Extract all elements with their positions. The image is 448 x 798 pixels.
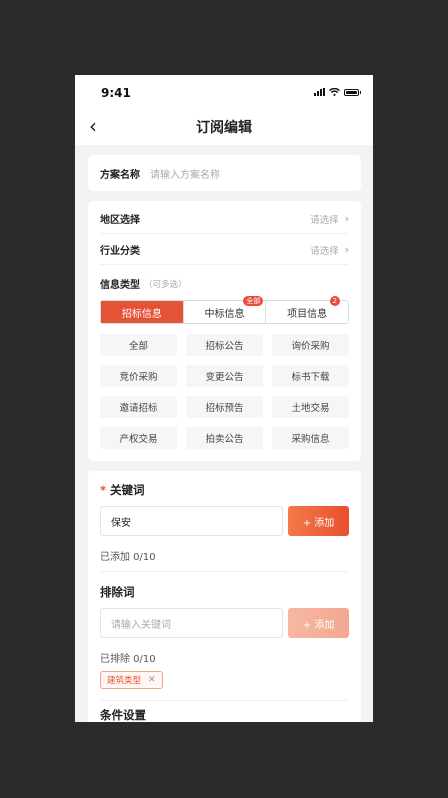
nav-bar: ‹ 订阅编辑 — [75, 109, 373, 145]
option-property-trade[interactable]: 产权交易 — [100, 427, 177, 449]
chevron-right-icon: › — [344, 212, 349, 225]
status-bar: 9:41 — [75, 75, 373, 109]
keyword-label: 关键词 — [110, 483, 145, 497]
info-type-options: 全部 招标公告 询价采购 竞价采购 变更公告 标书下载 邀请招标 招标预告 土地… — [100, 334, 349, 449]
info-type-hint: （可多选） — [144, 279, 187, 290]
option-purchase-info[interactable]: 采购信息 — [272, 427, 349, 449]
add-keyword-button[interactable]: + 添加 — [288, 506, 349, 536]
tab-label: 中标信息 — [204, 308, 245, 320]
option-competitive-purchase[interactable]: 竞价采购 — [100, 365, 177, 387]
option-change-notice[interactable]: 变更公告 — [186, 365, 263, 387]
exclude-chip[interactable]: 建筑类型 ✕ — [100, 671, 163, 689]
region-label: 地区选择 — [100, 215, 140, 226]
exclude-label: 排除词 — [100, 585, 135, 599]
phone-screen: 9:41 ‹ 订阅编辑 方案名称 请输入方案名称 地区选择 请选择 › 行业分类 … — [75, 75, 373, 722]
chip-label: 建筑类型 — [107, 676, 142, 686]
option-land-trade[interactable]: 土地交易 — [272, 396, 349, 418]
divider — [100, 700, 349, 701]
info-type-label: 信息类型 — [100, 280, 140, 291]
tab-bid-info[interactable]: 招标信息 — [101, 301, 184, 323]
keyword-count: 已添加 0/10 — [100, 552, 156, 563]
page-title: 订阅编辑 — [196, 120, 252, 136]
region-select[interactable]: 地区选择 请选择 › — [100, 204, 349, 234]
option-invited-bid[interactable]: 邀请招标 — [100, 396, 177, 418]
info-type-tabs: 招标信息 中标信息 全部 项目信息 2 — [100, 296, 349, 324]
close-icon[interactable]: ✕ — [148, 675, 156, 685]
tab-project-info[interactable]: 项目信息 2 — [266, 296, 348, 323]
option-inquiry-purchase[interactable]: 询价采购 — [272, 334, 349, 356]
industry-select[interactable]: 行业分类 请选择 › — [100, 235, 349, 265]
tab-badge: 2 — [329, 296, 341, 306]
exclude-count: 已排除 0/10 — [100, 654, 156, 665]
keyword-input[interactable]: 保安 — [100, 506, 283, 536]
system-icons — [314, 88, 361, 96]
conditions-label: 条件设置 — [100, 708, 146, 722]
tab-label: 招标信息 — [121, 308, 162, 320]
required-mark: * — [100, 483, 107, 497]
industry-label: 行业分类 — [100, 246, 140, 257]
divider — [100, 571, 349, 572]
filter-card: 地区选择 请选择 › 行业分类 请选择 › 信息类型 （可多选） 招标信息 中标信息… — [88, 201, 361, 461]
tab-award-info[interactable]: 中标信息 全部 — [184, 296, 267, 323]
tab-label: 项目信息 — [287, 308, 328, 320]
battery-icon — [344, 88, 361, 96]
wifi-icon — [329, 88, 340, 96]
industry-value: 请选择 — [310, 245, 339, 257]
info-type-header: 信息类型 （可多选） — [100, 276, 187, 292]
chevron-right-icon: › — [344, 243, 349, 256]
keyword-card: * 关键词 保安 + 添加 已添加 0/10 排除词 请输入关键词 + 添加 已排… — [88, 471, 361, 722]
add-exclude-button[interactable]: + 添加 — [288, 608, 349, 638]
region-value: 请选择 — [310, 214, 339, 226]
option-bid-notice[interactable]: 招标公告 — [186, 334, 263, 356]
keyword-section-title: * 关键词 — [100, 482, 145, 498]
exclude-input[interactable]: 请输入关键词 — [100, 608, 283, 638]
status-time: 9:41 — [101, 86, 131, 100]
tab-badge: 全部 — [243, 296, 264, 306]
option-bid-preview[interactable]: 招标预告 — [186, 396, 263, 418]
plan-name-input[interactable]: 请输入方案名称 — [150, 166, 220, 181]
plan-name-card: 方案名称 请输入方案名称 — [88, 155, 361, 191]
plan-name-label: 方案名称 — [100, 170, 140, 181]
signal-icon — [314, 88, 325, 96]
option-all[interactable]: 全部 — [100, 334, 177, 356]
option-doc-download[interactable]: 标书下载 — [272, 365, 349, 387]
option-auction-notice[interactable]: 拍卖公告 — [186, 427, 263, 449]
